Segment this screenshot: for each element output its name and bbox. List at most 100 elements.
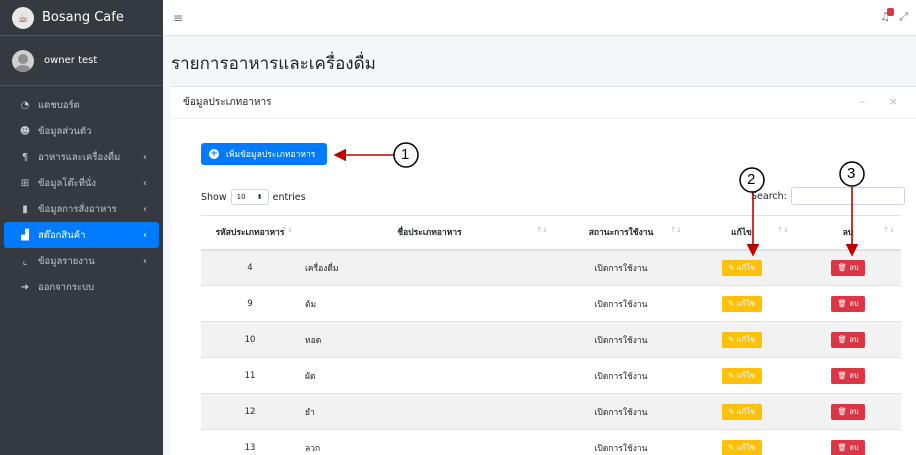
cell-delete: 🗑 ลบ: [795, 393, 901, 430]
chevron-left-icon: ‹: [143, 151, 147, 163]
trash-icon: 🗑: [837, 263, 847, 273]
cell-id: 11: [201, 357, 299, 394]
card-tools[interactable]: – ×: [860, 95, 908, 108]
top-navbar: ≡ ♫ ⤢: [163, 0, 916, 36]
cell-status: เปิดการใช้งาน: [554, 249, 688, 286]
edit-button-label: แก้ไข: [736, 370, 755, 380]
edit-icon: ✎: [728, 299, 735, 308]
delete-button[interactable]: 🗑 ลบ: [831, 331, 865, 348]
col-header-delete[interactable]: ลบ ↑↓: [795, 215, 901, 251]
cell-status: เปิดการใช้งาน: [554, 321, 688, 358]
trash-icon: 🗑: [837, 335, 847, 344]
brand[interactable]: ☕ Bosang Cafe: [0, 0, 163, 36]
edit-button[interactable]: ✎ แก้ไข: [721, 439, 762, 455]
edit-button-label: แก้ไข: [736, 298, 755, 308]
edit-button[interactable]: ✎ แก้ไข: [721, 331, 762, 348]
sidebar: ☕ Bosang Cafe owner test ◔ แดชบอร์ด ☻ ข้อมู…: [0, 0, 163, 455]
cell-name: ลวก: [299, 429, 554, 455]
chevron-left-icon: ‹: [143, 177, 147, 189]
sidebar-item-3[interactable]: ⊞ ข้อมูลโต๊ะที่นั่ง ‹: [4, 170, 159, 196]
sidebar-item-label: ข้อมูลส่วนตัว: [38, 125, 92, 137]
entries-value: 10: [236, 193, 246, 201]
cell-name: ทอด: [299, 321, 554, 358]
table-grid-icon: ⊞: [20, 177, 30, 189]
cell-id: 4: [201, 249, 299, 286]
page-title: รายการอาหารและเครื่องดื่ม: [171, 54, 376, 74]
cell-status: เปิดการใช้งาน: [554, 393, 688, 430]
cell-status: เปิดการใช้งาน: [554, 357, 688, 394]
annotation-label-3: 3: [847, 165, 856, 182]
table-row: 11 ผัด เปิดการใช้งาน ✎ แก้ไข 🗑 ลบ: [201, 357, 901, 394]
cell-id: 10: [201, 321, 299, 358]
fullscreen-icon[interactable]: ⤢: [899, 10, 908, 24]
sidebar-item-0[interactable]: ◔ แดชบอร์ด: [4, 92, 159, 118]
cell-id: 13: [201, 429, 299, 455]
cell-id: 9: [201, 285, 299, 322]
cell-name: เครื่องดื่ม: [299, 249, 554, 286]
cell-status: เปิดการใช้งาน: [554, 429, 688, 455]
brand-name: Bosang Cafe: [42, 10, 124, 25]
entries-length: Show 10 ⬍ entries: [201, 189, 306, 205]
edit-icon: ✎: [728, 407, 735, 416]
edit-button[interactable]: ✎ แก้ไข: [721, 295, 762, 312]
entries-label: entries: [272, 191, 306, 203]
sidebar-item-label: ข้อมูลโต๊ะที่นั่ง: [38, 177, 97, 189]
col-header-status[interactable]: สถานะการใช้งาน ↑↓: [554, 215, 688, 251]
table-row: 12 ยำ เปิดการใช้งาน ✎ แก้ไข 🗑 ลบ: [201, 393, 901, 430]
food-type-card: ข้อมูลประเภทอาหาร – × + เพิ่มข้อมูลประเภ…: [171, 86, 916, 455]
sidebar-item-1[interactable]: ☻ ข้อมูลส่วนตัว: [4, 118, 159, 144]
edit-button[interactable]: ✎ แก้ไข: [721, 403, 762, 420]
add-button-label: เพิ่มข้อมูลประเภทอาหาร: [226, 150, 316, 160]
delete-button-label: ลบ: [849, 298, 859, 308]
cell-delete: 🗑 ลบ: [795, 357, 901, 394]
sidebar-item-5[interactable]: ▟ สต๊อกสินค้า ‹: [4, 222, 159, 248]
delete-button[interactable]: 🗑 ลบ: [831, 295, 865, 312]
sidebar-item-label: ออกจากระบบ: [38, 281, 95, 293]
table-row: 9 ต้ม เปิดการใช้งาน ✎ แก้ไข 🗑 ลบ: [201, 285, 901, 322]
sidebar-item-2[interactable]: ¶ อาหารและเครื่องดื่ม ‹: [4, 144, 159, 170]
delete-button-label: ลบ: [849, 334, 859, 344]
entries-select[interactable]: 10 ⬍: [230, 189, 269, 205]
sidebar-item-label: แดชบอร์ด: [38, 99, 80, 111]
search-input[interactable]: [790, 187, 905, 205]
plus-circle-icon: +: [209, 148, 219, 159]
utensils-icon: ¶: [21, 151, 29, 163]
annotation-label-1: 1: [401, 146, 410, 163]
col-header-name[interactable]: ชื่อประเภทอาหาร ↑↓: [299, 215, 554, 251]
search-label: Search:: [751, 190, 787, 202]
edit-button[interactable]: ✎ แก้ไข: [721, 259, 762, 276]
delete-button[interactable]: 🗑 ลบ: [831, 403, 865, 420]
cell-edit: ✎ แก้ไข: [688, 429, 795, 455]
sidebar-item-label: ข้อมูลรายงาน: [38, 255, 95, 267]
edit-button[interactable]: ✎ แก้ไข: [721, 367, 762, 384]
table-row: 4 เครื่องดื่ม เปิดการใช้งาน ✎ แก้ไข 🗑 ลบ: [201, 249, 901, 286]
add-food-type-button[interactable]: + เพิ่มข้อมูลประเภทอาหาร: [201, 143, 327, 165]
cell-delete: 🗑 ลบ: [795, 249, 901, 286]
user-icon: ☻: [19, 125, 31, 137]
sidebar-item-7[interactable]: ➜ ออกจากระบบ: [4, 274, 159, 300]
trash-icon: 🗑: [837, 299, 847, 308]
delete-button[interactable]: 🗑 ลบ: [831, 259, 865, 276]
sidebar-item-4[interactable]: ▮ ข้อมูลการสั่งอาหาร ‹: [4, 196, 159, 222]
dashboard-icon: ◔: [20, 99, 30, 111]
edit-button-label: แก้ไข: [736, 262, 755, 272]
select-arrows-icon: ⬍: [256, 193, 263, 201]
cell-name: ผัด: [299, 357, 554, 394]
cell-delete: 🗑 ลบ: [795, 285, 901, 322]
menu-toggle-icon[interactable]: ≡: [173, 11, 183, 25]
col-header-edit[interactable]: แก้ไข ↑↓: [688, 215, 795, 251]
sort-icon: ↑↓: [777, 226, 789, 234]
delete-button-label: ลบ: [849, 406, 859, 416]
table-header-row: รหัสประเภทอาหาร ↑↓ ชื่อประเภทอาหาร ↑↓ สถาน…: [201, 215, 901, 251]
boxes-icon: ▟: [21, 229, 29, 241]
col-header-id[interactable]: รหัสประเภทอาหาร ↑↓: [201, 215, 299, 251]
delete-button[interactable]: 🗑 ลบ: [831, 439, 865, 455]
delete-button[interactable]: 🗑 ลบ: [831, 367, 865, 384]
edit-button-label: แก้ไข: [736, 406, 755, 416]
trash-icon: 🗑: [837, 407, 847, 416]
cell-edit: ✎ แก้ไข: [688, 357, 795, 394]
cell-edit: ✎ แก้ไข: [688, 249, 795, 286]
edit-icon: ✎: [728, 263, 735, 273]
sidebar-item-6[interactable]: ⌞ ข้อมูลรายงาน ‹: [4, 248, 159, 274]
user-panel[interactable]: owner test: [0, 36, 163, 86]
